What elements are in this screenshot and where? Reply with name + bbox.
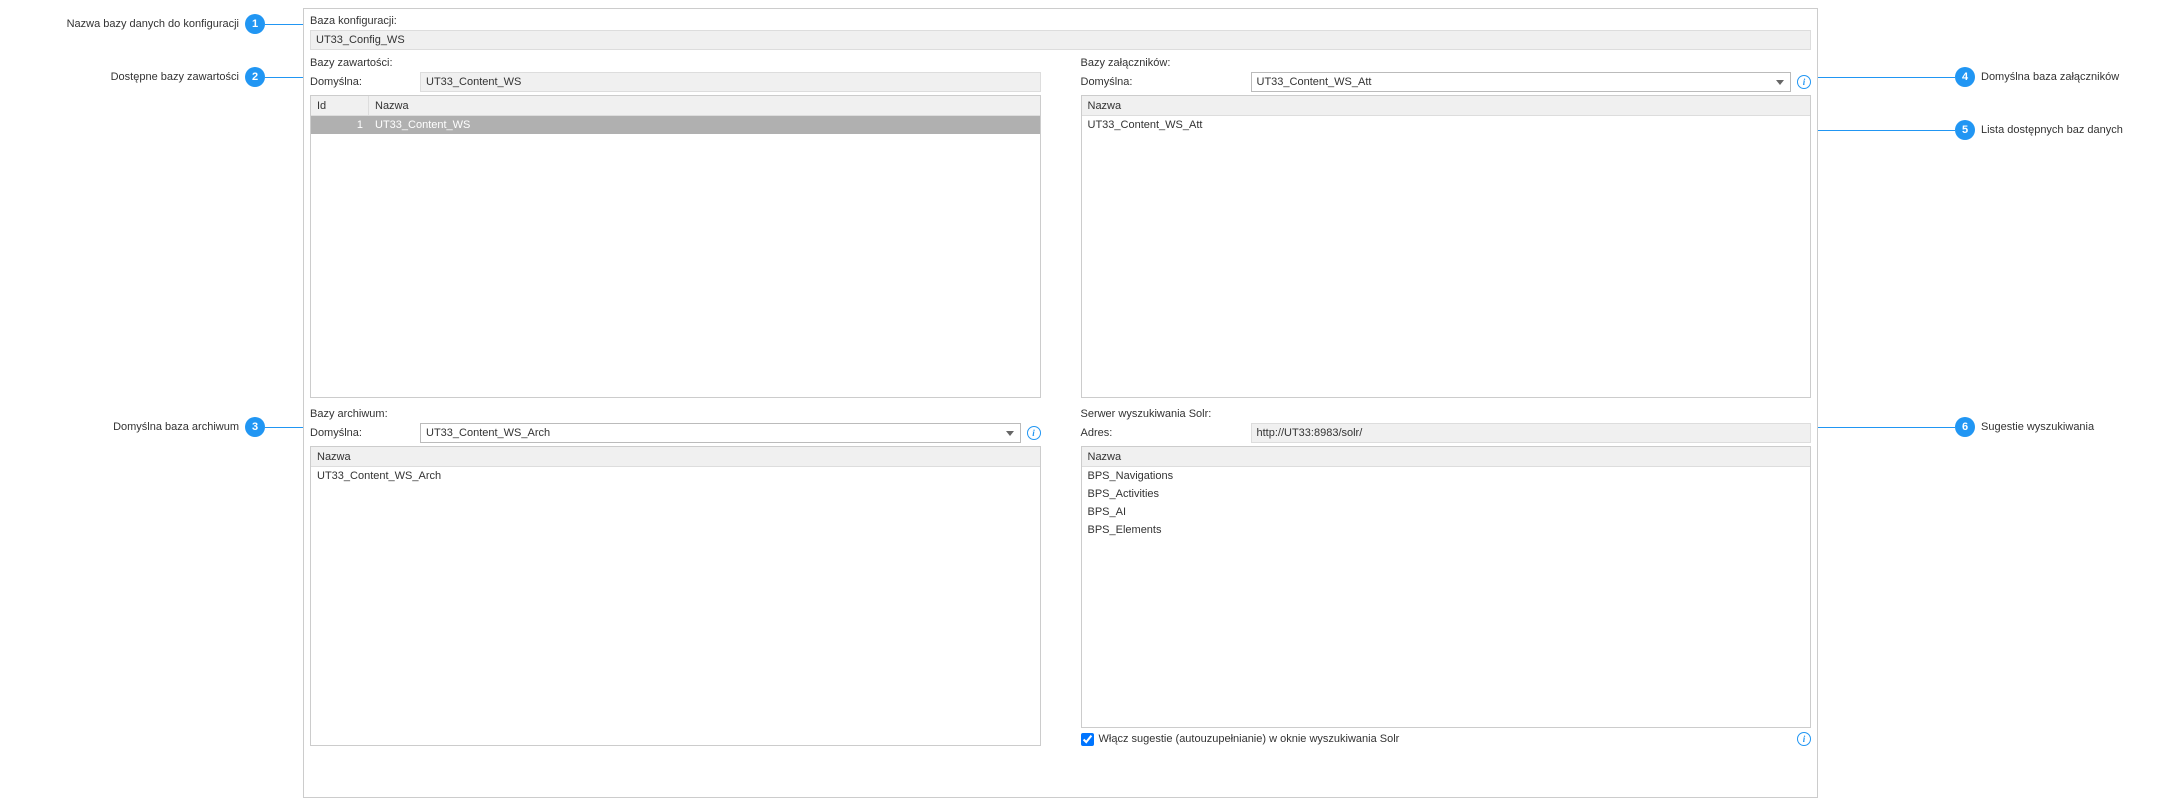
content-default-label: Domyślna: <box>310 76 420 88</box>
archive-db-title: Bazy archiwum: <box>310 408 1041 420</box>
list-cell-name: BPS_AI <box>1082 503 1811 521</box>
callout-6-bubble: 6 <box>1955 417 1975 437</box>
list-item[interactable]: BPS_Elements <box>1082 521 1811 539</box>
list-item[interactable]: BPS_Navigations <box>1082 467 1811 485</box>
callout-4-text: Domyślna baza załączników <box>1981 71 2119 83</box>
list-item[interactable]: BPS_AI <box>1082 503 1811 521</box>
content-listbox[interactable]: Id Nazwa 1UT33_Content_WS <box>310 95 1041 398</box>
callout-2-text: Dostępne bazy zawartości <box>111 71 239 83</box>
attachments-db-title: Bazy załączników: <box>1081 57 1812 69</box>
info-icon[interactable]: i <box>1797 75 1811 89</box>
archive-header-name: Nazwa <box>311 447 1040 466</box>
attachments-default-label: Domyślna: <box>1081 76 1251 88</box>
list-cell-name: BPS_Navigations <box>1082 467 1811 485</box>
callout-2-bubble: 2 <box>245 67 265 87</box>
config-db-field[interactable]: UT33_Config_WS <box>310 30 1811 50</box>
attachments-header-name: Nazwa <box>1082 96 1811 115</box>
content-header-id: Id <box>311 96 369 115</box>
callout-1-line <box>265 24 303 25</box>
config-db-label: Baza konfiguracji: <box>310 15 1811 27</box>
callout-4-bubble: 4 <box>1955 67 1975 87</box>
list-cell-name: UT33_Content_WS <box>369 116 1040 134</box>
archive-default-label: Domyślna: <box>310 427 420 439</box>
list-cell-name: UT33_Content_WS_Arch <box>311 467 1040 485</box>
callout-3-line <box>265 427 303 428</box>
callout-1-bubble: 1 <box>245 14 265 34</box>
attachments-default-dropdown[interactable]: UT33_Content_WS_Att <box>1251 72 1792 92</box>
list-cell-name: BPS_Activities <box>1082 485 1811 503</box>
solr-address-field[interactable]: http://UT33:8983/solr/ <box>1251 423 1812 443</box>
callout-1-text: Nazwa bazy danych do konfiguracji <box>67 18 239 30</box>
content-header-name: Nazwa <box>369 96 1040 115</box>
attachments-db-section: Bazy załączników: Domyślna: UT33_Content… <box>1081 53 1812 398</box>
info-icon[interactable]: i <box>1027 426 1041 440</box>
solr-address-label: Adres: <box>1081 427 1251 439</box>
callout-3-bubble: 3 <box>245 417 265 437</box>
solr-section: Serwer wyszukiwania Solr: Adres: http://… <box>1081 404 1812 746</box>
callout-6-text: Sugestie wyszukiwania <box>1981 421 2094 433</box>
solr-suggestions-label: Włącz sugestie (autouzupełnianie) w okni… <box>1099 733 1400 745</box>
list-item[interactable]: UT33_Content_WS_Arch <box>311 467 1040 485</box>
archive-db-section: Bazy archiwum: Domyślna: UT33_Content_WS… <box>310 404 1041 746</box>
list-item[interactable]: 1UT33_Content_WS <box>311 116 1040 134</box>
attachments-listbox[interactable]: Nazwa UT33_Content_WS_Att <box>1081 95 1812 398</box>
list-item[interactable]: BPS_Activities <box>1082 485 1811 503</box>
config-panel: Baza konfiguracji: UT33_Config_WS Bazy z… <box>303 8 1818 798</box>
solr-title: Serwer wyszukiwania Solr: <box>1081 408 1812 420</box>
callout-5-bubble: 5 <box>1955 120 1975 140</box>
info-icon[interactable]: i <box>1797 732 1811 746</box>
list-cell-name: BPS_Elements <box>1082 521 1811 539</box>
solr-listbox[interactable]: Nazwa BPS_NavigationsBPS_ActivitiesBPS_A… <box>1081 446 1812 728</box>
callout-2-line <box>265 77 303 78</box>
callout-4-line <box>1818 77 1955 78</box>
callout-3-text: Domyślna baza archiwum <box>113 421 239 433</box>
content-db-title: Bazy zawartości: <box>310 57 1041 69</box>
archive-default-dropdown[interactable]: UT33_Content_WS_Arch <box>420 423 1021 443</box>
list-item[interactable]: UT33_Content_WS_Att <box>1082 116 1811 134</box>
content-db-section: Bazy zawartości: Domyślna: UT33_Content_… <box>310 53 1041 398</box>
solr-suggestions-checkbox[interactable] <box>1081 733 1094 746</box>
archive-listbox[interactable]: Nazwa UT33_Content_WS_Arch <box>310 446 1041 746</box>
callout-6-line <box>1818 427 1955 428</box>
list-cell-id: 1 <box>311 116 369 134</box>
callout-5-line <box>1818 130 1955 131</box>
content-default-field[interactable]: UT33_Content_WS <box>420 72 1041 92</box>
solr-header-name: Nazwa <box>1082 447 1811 466</box>
list-cell-name: UT33_Content_WS_Att <box>1082 116 1811 134</box>
callout-5-text: Lista dostępnych baz danych <box>1981 124 2123 136</box>
